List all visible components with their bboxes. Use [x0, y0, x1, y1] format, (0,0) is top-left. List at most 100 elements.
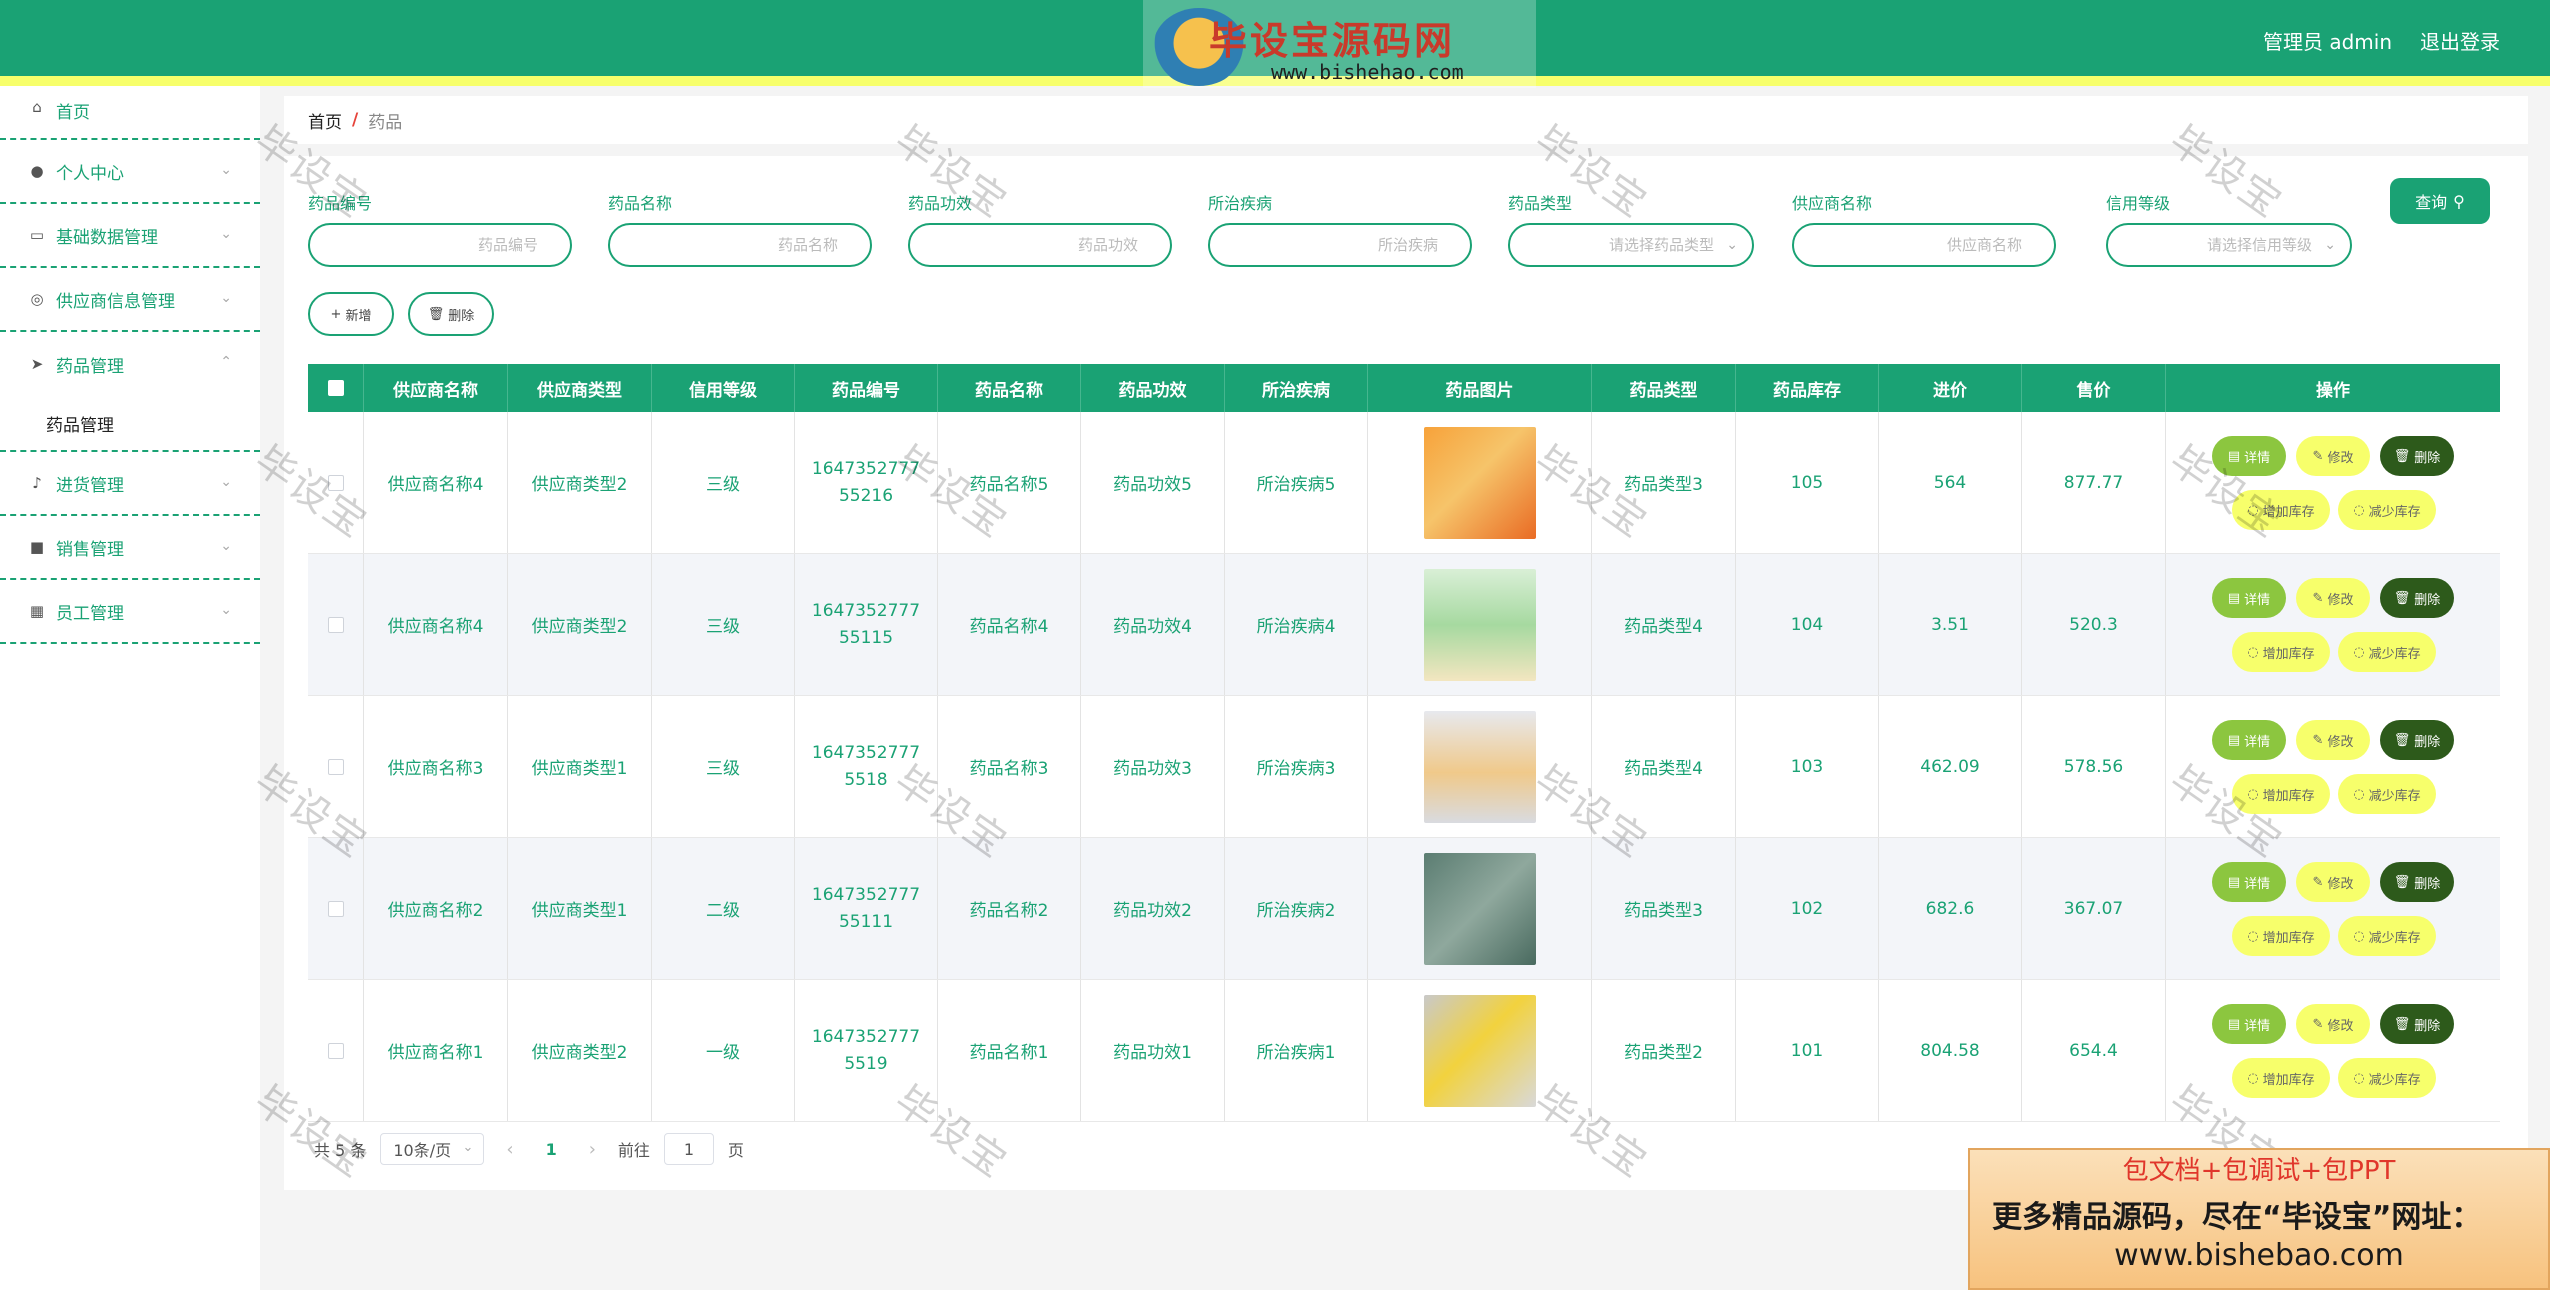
cell-stock: 103: [1736, 696, 1879, 837]
edit-button-label: 修改: [2327, 1018, 2354, 1034]
filter-input-name[interactable]: 药品名称: [608, 223, 872, 267]
edit-button[interactable]: ✎ 修改: [2296, 578, 2370, 618]
increase-stock-button-label: 增加库存: [2262, 930, 2315, 946]
detail-button[interactable]: ▤ 详情: [2212, 1004, 2286, 1044]
sidebar-item-purchase[interactable]: ♪ 进货管理 ⌄: [0, 452, 260, 516]
sidebar-subitem-label: 药品管理: [46, 415, 114, 436]
cell-code-text: 16473527775518: [811, 742, 921, 790]
detail-button[interactable]: ▤ 详情: [2212, 862, 2286, 902]
increase-stock-button[interactable]: ◌ 增加库存: [2232, 774, 2330, 814]
cell-name-text: 药品名称2: [969, 901, 1049, 921]
sidebar-item-profile[interactable]: ● 个人中心 ⌄: [0, 140, 260, 204]
sidebar-subitem-drug-management[interactable]: 药品管理: [0, 396, 260, 452]
trash-icon: 🗑: [2393, 590, 2411, 606]
decrease-stock-button[interactable]: ◌ 减少库存: [2338, 774, 2436, 814]
detail-button-label: 详情: [2244, 592, 2271, 608]
detail-button[interactable]: ▤ 详情: [2212, 436, 2286, 476]
sidebar-item-supplier[interactable]: ◎ 供应商信息管理 ⌄: [0, 268, 260, 332]
row-checkbox-cell: [308, 838, 364, 979]
increase-stock-button[interactable]: ◌ 增加库存: [2232, 916, 2330, 956]
delete-button[interactable]: 🗑 删除: [2380, 1004, 2454, 1044]
delete-button[interactable]: 🗑 删除: [2380, 862, 2454, 902]
increase-stock-button[interactable]: ◌ 增加库存: [2232, 490, 2330, 530]
delete-button[interactable]: 🗑 删除: [2380, 720, 2454, 760]
edit-icon: ✎: [2312, 590, 2324, 606]
edit-button[interactable]: ✎ 修改: [2296, 720, 2370, 760]
detail-button[interactable]: ▤ 详情: [2212, 720, 2286, 760]
trash-icon: 🗑: [2393, 732, 2411, 748]
sidebar-item-label: 员工管理: [56, 603, 124, 624]
detail-button-label: 详情: [2244, 450, 2271, 466]
delete-button[interactable]: 🗑 删除: [2380, 578, 2454, 618]
page-size-select[interactable]: 10条/页 ⌄: [380, 1133, 485, 1165]
filter-label-code: 药品编号: [308, 194, 373, 213]
decrease-stock-button-label: 减少库存: [2368, 788, 2421, 804]
query-button[interactable]: 查询 ⚲: [2390, 178, 2490, 224]
delete-button[interactable]: 🗑 删除: [2380, 436, 2454, 476]
chevron-down-icon: ⌄: [220, 162, 232, 178]
edit-button[interactable]: ✎ 修改: [2296, 862, 2370, 902]
decrease-stock-button-label: 减少库存: [2368, 930, 2421, 946]
breadcrumb-home[interactable]: 首页: [308, 108, 342, 133]
detail-button[interactable]: ▤ 详情: [2212, 578, 2286, 618]
row-checkbox[interactable]: [327, 616, 344, 633]
sidebar-item-label: 基础数据管理: [56, 227, 158, 248]
cell-supplier-type: 供应商类型2: [508, 554, 652, 695]
goto-page-input[interactable]: 1: [663, 1133, 714, 1165]
filter-select-credit[interactable]: 请选择信用等级 ⌄: [2106, 223, 2352, 267]
cell-disease-text: 所治疾病1: [1256, 1043, 1336, 1063]
ad-banner: 包文档+包调试+包PPT 更多精品源码，尽在“毕设宝”网址： www.bishe…: [1968, 1148, 2550, 1290]
row-checkbox[interactable]: [327, 474, 344, 491]
filter-input-code[interactable]: 药品编号: [308, 223, 572, 267]
next-page-button[interactable]: ›: [581, 1139, 604, 1160]
sidebar-item-staff[interactable]: ▦ 员工管理 ⌄: [0, 580, 260, 644]
decrease-stock-button[interactable]: ◌ 减少库存: [2338, 1058, 2436, 1098]
row-actions: ▤ 详情 ✎ 修改 🗑 删除 ◌ 增加库存 ◌ 减少库存: [2166, 412, 2500, 553]
edit-button[interactable]: ✎ 修改: [2296, 436, 2370, 476]
trash-icon: 🗑: [2393, 874, 2411, 890]
breadcrumb-separator: /: [352, 110, 359, 130]
decrease-stock-button[interactable]: ◌ 减少库存: [2338, 916, 2436, 956]
cell-supplier-type: 供应商类型1: [508, 838, 652, 979]
add-button[interactable]: + 新增: [308, 292, 394, 336]
cell-supplier-text: 供应商名称3: [387, 759, 484, 779]
cell-disease: 所治疾病5: [1225, 412, 1368, 553]
sidebar-item-sales[interactable]: ■ 销售管理 ⌄: [0, 516, 260, 580]
decrease-stock-button[interactable]: ◌ 减少库存: [2338, 490, 2436, 530]
increase-stock-button-label: 增加库存: [2262, 788, 2315, 804]
filter-input-effect[interactable]: 药品功效: [908, 223, 1172, 267]
cell-actions: ▤ 详情 ✎ 修改 🗑 删除 ◌ 增加库存 ◌ 减少库存: [2166, 696, 2500, 837]
cell-stock: 102: [1736, 838, 1879, 979]
chat-icon: ▭: [29, 226, 45, 244]
sidebar-item-home[interactable]: ⌂ 首页: [0, 86, 260, 140]
increase-stock-button[interactable]: ◌ 增加库存: [2232, 632, 2330, 672]
bulb-icon: ◌: [2247, 786, 2259, 802]
sidebar-item-base-data[interactable]: ▭ 基础数据管理 ⌄: [0, 204, 260, 268]
filter-label-type: 药品类型: [1508, 194, 1573, 213]
bulb-icon: ◌: [2353, 1070, 2365, 1086]
edit-button[interactable]: ✎ 修改: [2296, 1004, 2370, 1044]
batch-delete-button[interactable]: 🗑 删除: [408, 292, 494, 336]
filter-select-type[interactable]: 请选择药品类型 ⌄: [1508, 223, 1754, 267]
cell-supplier: 供应商名称1: [364, 980, 508, 1121]
filter-input-disease[interactable]: 所治疾病: [1208, 223, 1472, 267]
sidebar-item-drug[interactable]: ➤ 药品管理 ⌃: [0, 332, 260, 396]
pager-total: 共 5 条: [314, 1141, 367, 1160]
row-checkbox[interactable]: [327, 900, 344, 917]
row-checkbox[interactable]: [327, 1042, 344, 1059]
row-checkbox[interactable]: [327, 758, 344, 775]
delete-button-label: 删除: [2414, 592, 2441, 608]
prev-page-button[interactable]: ‹: [498, 1139, 521, 1160]
cell-stock-text: 104: [1790, 614, 1824, 635]
increase-stock-button[interactable]: ◌ 增加库存: [2232, 1058, 2330, 1098]
decrease-stock-button[interactable]: ◌ 减少库存: [2338, 632, 2436, 672]
decrease-stock-button-label: 减少库存: [2368, 504, 2421, 520]
th-supplier: 供应商名称: [364, 364, 508, 412]
cell-effect-text: 药品功效5: [1113, 475, 1192, 495]
select-all-checkbox[interactable]: [327, 380, 344, 396]
filter-input-supplier[interactable]: 供应商名称: [1792, 223, 2056, 267]
logout-button[interactable]: 退出登录: [2420, 26, 2500, 55]
cell-credit: 三级: [652, 412, 795, 553]
chevron-down-icon: ⌄: [220, 290, 232, 306]
page-number[interactable]: 1: [536, 1140, 567, 1159]
